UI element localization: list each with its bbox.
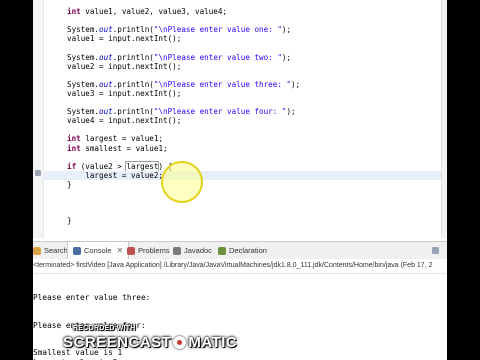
code-token: value1, value2, value3, value4; — [80, 7, 228, 16]
watermark-right-text: MATIC — [188, 334, 238, 351]
code-token: value4 = input.nextInt(); — [67, 116, 182, 126]
code-token: .println( — [112, 52, 154, 62]
code-line[interactable]: System.out.println("\nPlease enter value… — [67, 25, 291, 34]
code-token: out — [99, 79, 113, 89]
tab-label: Declaration — [229, 246, 267, 255]
close-icon[interactable]: ✕ — [117, 242, 124, 259]
code-token: System. — [67, 79, 100, 89]
editor-gutter — [33, 0, 44, 238]
tab-label: Search — [44, 246, 68, 255]
code-token: System. — [67, 52, 100, 62]
code-line[interactable]: value2 = input.nextInt(); — [67, 62, 181, 71]
editor-scrollbar[interactable] — [441, 0, 447, 238]
code-token: "\nPlease enter value one: " — [153, 25, 282, 35]
tab-console[interactable]: Console ✕ — [67, 242, 130, 259]
code-line[interactable]: } — [67, 180, 72, 189]
code-token: if — [67, 161, 77, 171]
code-editor[interactable]: int value1, value2, value3, value4; Syste… — [33, 0, 447, 238]
tab-label: Problems — [138, 246, 170, 255]
code-line[interactable]: largest = value2; — [43, 170, 441, 180]
bottom-tab-bar: Search Console ✕ Problems Javadoc Declar… — [33, 241, 447, 260]
code-token: ); — [286, 107, 296, 117]
code-token: int — [67, 134, 81, 144]
console-status-line: <terminated> firstVideo [Java Applicatio… — [33, 259, 447, 274]
code-line[interactable]: if (value2 > largest) { — [67, 160, 172, 172]
code-token: "\nPlease enter value four: " — [153, 107, 287, 117]
search-icon — [33, 246, 41, 255]
code-token: int — [67, 7, 81, 16]
code-token: largest = value2; — [67, 170, 164, 180]
view-menu-icon[interactable] — [432, 247, 439, 254]
tab-label: Console — [84, 246, 112, 255]
code-line[interactable]: int smallest = value1; — [67, 144, 168, 153]
code-line[interactable]: } — [67, 216, 72, 225]
code-token: value2 = input.nextInt(); — [67, 61, 182, 71]
code-token: .println( — [112, 107, 154, 117]
code-token: "\nPlease enter value three: " — [153, 79, 292, 89]
code-token: .println( — [112, 25, 154, 35]
code-line[interactable]: value4 = input.nextInt(); — [67, 116, 181, 125]
declaration-icon — [218, 246, 226, 255]
code-token: } — [67, 179, 72, 189]
mouse-cursor-highlight — [161, 161, 203, 203]
code-token: out — [99, 25, 113, 35]
code-line[interactable]: System.out.println("\nPlease enter value… — [67, 53, 291, 62]
tab-javadoc[interactable]: Javadoc — [173, 242, 212, 259]
javadoc-icon — [173, 246, 181, 255]
override-marker-icon — [35, 170, 41, 176]
code-token: int — [67, 143, 81, 153]
code-line[interactable]: int value1, value2, value3, value4; — [67, 7, 227, 16]
tab-search[interactable]: Search — [33, 242, 68, 259]
code-token: value1 = input.nextInt(); — [67, 34, 182, 44]
problems-icon — [127, 246, 135, 255]
code-line[interactable]: System.out.println("\nPlease enter value… — [67, 80, 300, 89]
code-line[interactable]: value1 = input.nextInt(); — [67, 34, 181, 43]
code-token: largest = value1; — [80, 134, 164, 144]
console-icon — [73, 246, 81, 255]
watermark-logo: SCREENCAST MATIC — [63, 334, 237, 351]
code-line[interactable]: System.out.println("\nPlease enter value… — [67, 107, 296, 116]
code-token: } — [67, 216, 72, 226]
code-token: System. — [67, 107, 100, 117]
watermark-caption: RECORDED WITH — [73, 325, 136, 332]
code-token: (value2 > — [76, 161, 127, 171]
screen-frame: int value1, value2, value3, value4; Syste… — [33, 0, 447, 360]
code-token: largest — [125, 160, 160, 172]
code-token: ); — [291, 79, 301, 89]
code-token: out — [99, 107, 113, 117]
code-token: "\nPlease enter value two: " — [153, 52, 282, 62]
watermark-left-text: SCREENCAST — [63, 334, 172, 351]
code-line[interactable]: value3 = input.nextInt(); — [67, 89, 181, 98]
code-token: ); — [281, 25, 292, 35]
code-token: value3 = input.nextInt(); — [67, 88, 182, 98]
code-token: out — [99, 52, 113, 62]
console-line: Please enter value three: — [33, 292, 151, 302]
tab-declaration[interactable]: Declaration — [218, 242, 267, 259]
tab-problems[interactable]: Problems — [127, 242, 170, 259]
code-line[interactable]: int largest = value1; — [67, 134, 163, 143]
record-dot-icon — [173, 336, 187, 349]
code-token: smallest = value1; — [80, 143, 168, 153]
code-token: .println( — [112, 79, 154, 89]
code-token: ); — [281, 52, 292, 62]
code-token: System. — [67, 25, 100, 35]
tab-label: Javadoc — [184, 246, 212, 255]
